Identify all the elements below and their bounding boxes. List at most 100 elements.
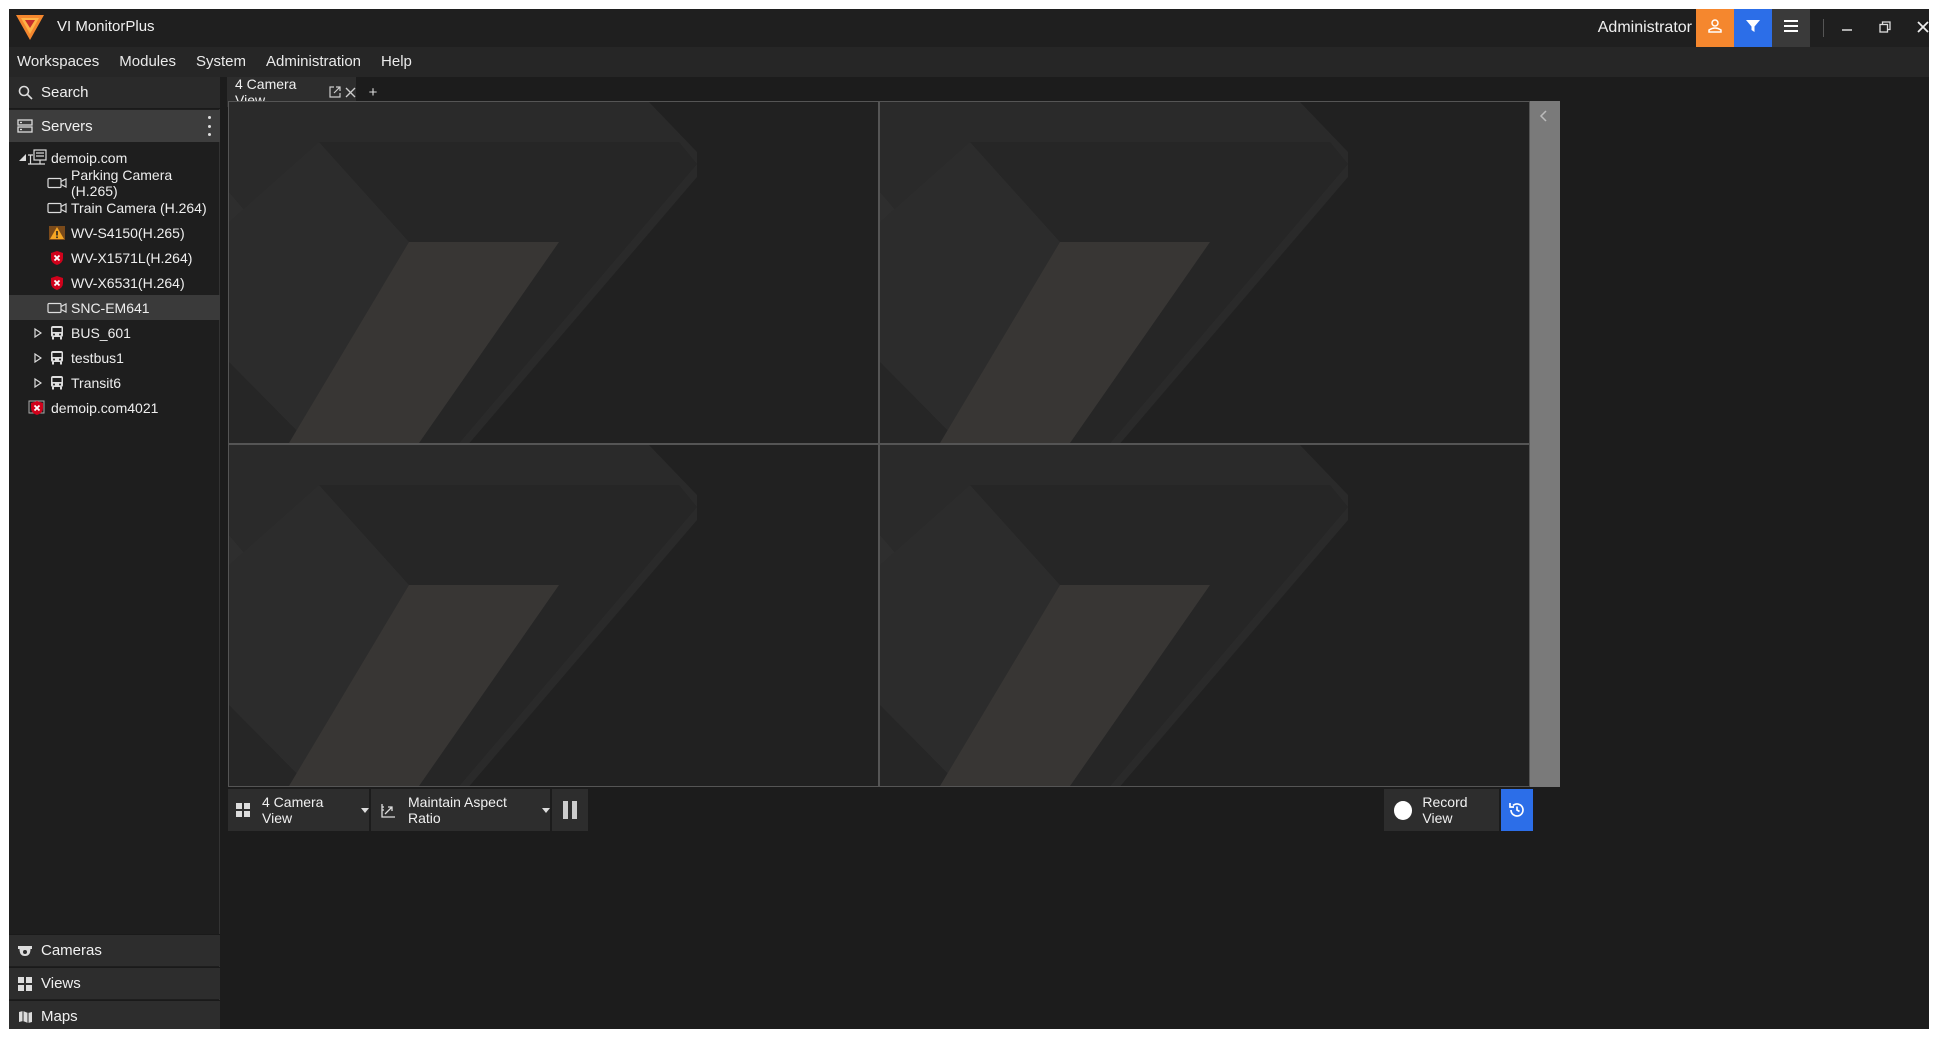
placeholder-logo-icon [880,102,1348,443]
record-icon [1394,800,1413,820]
tree-item-label: Train Camera (H.264) [71,199,207,216]
tree-item-label: WV-S4150(H.265) [71,224,185,241]
server-tree: demoip.com Parking Camera (H.265) Train … [9,145,220,420]
tree-item-label: WV-X1571L(H.264) [71,249,193,266]
tree-item-camera[interactable]: Train Camera (H.264) [9,195,220,220]
map-icon [9,1010,41,1024]
layout-dropdown[interactable]: 4 Camera View [228,789,369,831]
tree-item-camera-selected[interactable]: SNC-EM641 [9,295,220,320]
close-icon [1917,20,1929,37]
collapsed-arrow-icon[interactable] [33,327,43,338]
minimize-button[interactable] [1827,9,1867,47]
pause-icon [562,801,578,819]
menu-workspaces[interactable]: Workspaces [9,47,109,77]
tree-item-camera-error[interactable]: WV-X1571L(H.264) [9,245,220,270]
camera-warning-icon [47,225,67,241]
tree-item-bus[interactable]: testbus1 [9,345,220,370]
camera-tile[interactable] [880,102,1529,443]
aspect-ratio-icon [381,803,396,818]
aspect-ratio-label: Maintain Aspect Ratio [408,794,507,826]
restore-button[interactable] [1865,9,1905,47]
tree-item-bus[interactable]: BUS_601 [9,320,220,345]
dome-camera-icon [9,945,41,957]
app-window: VI MonitorPlus Administrator Workspaces … [9,9,1929,1029]
filter-button[interactable] [1734,9,1772,47]
grid-icon [9,976,41,991]
tree-item-camera-error[interactable]: WV-X6531(H.264) [9,270,220,295]
maps-panel-header[interactable]: Maps [9,1000,220,1029]
menu-administration[interactable]: Administration [256,47,371,77]
maps-label: Maps [41,1008,78,1025]
history-icon [1508,801,1526,819]
placeholder-logo-icon [229,445,697,786]
bus-icon [47,325,67,341]
tree-item-label: SNC-EM641 [71,299,150,316]
chevron-left-icon[interactable] [1539,109,1549,126]
tree-item-label: BUS_601 [71,324,131,341]
tree-item-bus[interactable]: Transit6 [9,370,220,395]
restore-icon [1879,20,1891,37]
vi-logo-icon [15,13,45,41]
collapsed-arrow-icon[interactable] [33,377,43,388]
user-button[interactable] [1696,9,1734,47]
layout-label: 4 Camera View [262,794,324,826]
bus-icon [47,375,67,391]
server-icon [27,148,47,166]
chevron-down-icon [361,807,369,813]
camera-error-icon [47,250,67,266]
camera-icon [47,200,67,216]
collapsed-arrow-icon[interactable] [33,352,43,363]
camera-icon [47,175,67,191]
right-panel-collapse-strip[interactable] [1530,101,1560,787]
menu-system[interactable]: System [186,47,256,77]
views-label: Views [41,975,81,992]
placeholder-logo-icon [880,445,1348,786]
record-view-label: Record View [1422,794,1468,826]
bottom-toolbar: 4 Camera View Maintain Aspect Ratio Reco… [221,787,1929,833]
camera-grid [228,101,1530,787]
bus-icon [47,350,67,366]
tree-item-label: testbus1 [71,349,124,366]
camera-icon [47,300,67,316]
playback-history-button[interactable] [1501,789,1533,831]
app-title: VI MonitorPlus [57,18,155,35]
tree-item-label: Parking Camera (H.265) [71,166,173,199]
camera-error-icon [47,275,67,291]
expanded-arrow-icon[interactable] [17,153,27,163]
filter-icon [1745,18,1761,38]
hamburger-icon [1783,19,1799,37]
window-controls-divider [1823,19,1824,37]
more-options-icon[interactable] [204,116,214,136]
tree-item-camera[interactable]: Parking Camera (H.265) [9,167,220,199]
pause-button[interactable] [552,789,588,831]
search-icon [9,85,41,100]
camera-tile[interactable] [229,102,878,443]
camera-tile[interactable] [880,445,1529,786]
tree-item-label: demoip.com4021 [51,399,159,416]
title-bar: VI MonitorPlus Administrator [9,9,1929,47]
views-panel-header[interactable]: Views [9,967,220,999]
close-button[interactable] [1903,9,1929,47]
search-panel-header[interactable]: Search [9,77,220,109]
camera-tile[interactable] [229,445,878,786]
placeholder-logo-icon [229,102,697,443]
user-icon [1707,18,1723,38]
cameras-panel-header[interactable]: Cameras [9,934,220,966]
aspect-ratio-dropdown[interactable]: Maintain Aspect Ratio [371,789,550,831]
tab-close-icon[interactable] [345,87,356,98]
tree-item-camera-warning[interactable]: WV-S4150(H.265) [9,220,220,245]
servers-panel-header[interactable]: Servers [9,110,220,142]
record-view-button[interactable]: Record View [1384,789,1499,831]
tree-item-server-error[interactable]: demoip.com4021 [9,395,220,420]
servers-icon [9,119,41,133]
cameras-label: Cameras [41,942,102,959]
server-error-icon [27,400,47,416]
menu-help[interactable]: Help [371,47,422,77]
user-name: Administrator [1597,19,1692,36]
menu-modules[interactable]: Modules [109,47,186,77]
hamburger-menu-button[interactable] [1772,9,1810,47]
tree-item-label: demoip.com [51,149,128,166]
servers-label: Servers [41,117,93,135]
left-panel: Search Servers demoip.com Parking Camera… [9,77,220,1029]
popout-icon[interactable] [329,86,341,98]
